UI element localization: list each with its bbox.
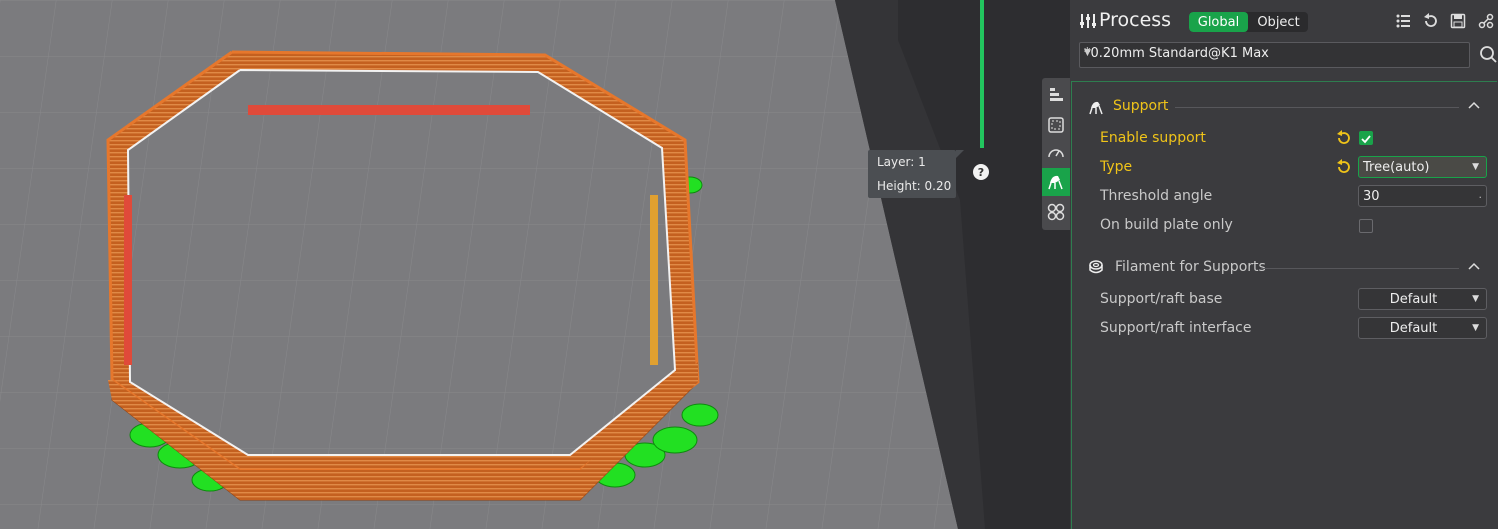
3d-viewport[interactable]: Layer: 1 Height: 0.20 ? (0, 0, 1070, 529)
search-icon[interactable] (1479, 45, 1497, 63)
chevron-down-icon: ▼ (1472, 323, 1479, 333)
settings-tab-strip (1042, 78, 1070, 230)
strength-icon (1048, 117, 1064, 133)
sliced-model (106, 50, 700, 501)
layer-info-tooltip: Layer: 1 Height: 0.20 (868, 150, 964, 198)
threshold-angle-label: Threshold angle (1100, 188, 1213, 204)
tab-speed[interactable] (1042, 139, 1070, 167)
support-section-icon (1089, 101, 1103, 115)
raft-base-value: Default (1389, 292, 1438, 307)
process-header: Process Global Object (1070, 0, 1498, 42)
height-label: Height: 0.20 (877, 179, 952, 193)
reset-icon[interactable] (1335, 159, 1351, 175)
reset-all-icon[interactable] (1423, 13, 1439, 29)
list-icon[interactable] (1395, 13, 1411, 29)
build-plate-only-label: On build plate only (1100, 217, 1233, 233)
process-panel: Process Global Object *0.20mm Standard@K… (1070, 0, 1498, 529)
viewport-canvas[interactable] (0, 0, 1070, 529)
raft-interface-select[interactable]: Default ▼ (1358, 317, 1487, 339)
threshold-angle-value: 30 (1363, 189, 1380, 204)
tab-strength[interactable] (1042, 111, 1070, 139)
mode-object-button[interactable]: Object (1249, 12, 1308, 32)
chevron-down-icon: ▼ (1472, 162, 1479, 172)
support-type-value: Tree(auto) (1363, 160, 1430, 175)
save-icon[interactable] (1450, 13, 1466, 29)
raft-interface-label: Support/raft interface (1100, 320, 1252, 336)
enable-support-checkbox[interactable] (1359, 131, 1373, 145)
raft-interface-value: Default (1389, 321, 1438, 336)
speed-icon (1048, 149, 1064, 158)
layer-slider-vertical[interactable] (980, 0, 984, 148)
others-icon (1047, 203, 1065, 221)
support-type-select[interactable]: Tree(auto) ▼ (1358, 156, 1487, 178)
chevron-down-icon: ▼ (1084, 48, 1091, 58)
section-divider (1261, 268, 1459, 269)
section-divider (1175, 107, 1459, 108)
help-button[interactable]: ? (973, 164, 989, 180)
panel-title: Process (1099, 9, 1172, 31)
mode-global-button[interactable]: Global (1189, 12, 1248, 32)
filament-section-title: Filament for Supports (1115, 259, 1266, 275)
build-plate-only-checkbox[interactable] (1359, 219, 1373, 233)
mode-switch: Global Object (1189, 12, 1308, 32)
raft-base-label: Support/raft base (1100, 291, 1223, 307)
chevron-up-icon[interactable] (1468, 262, 1480, 270)
enable-support-label: Enable support (1100, 130, 1206, 146)
support-icon (1048, 175, 1063, 190)
threshold-angle-unit: . (1478, 188, 1483, 201)
compare-icon[interactable] (1478, 13, 1494, 29)
settings-content: Support Enable support Type Tree(auto) ▼… (1071, 81, 1497, 529)
support-section-title: Support (1113, 98, 1169, 114)
quality-icon (1050, 88, 1063, 101)
process-settings-icon (1080, 14, 1096, 28)
tab-support[interactable] (1042, 168, 1070, 196)
threshold-angle-input[interactable]: 30 . (1358, 185, 1487, 207)
chevron-down-icon: ▼ (1472, 294, 1479, 304)
reset-icon[interactable] (1335, 130, 1351, 146)
checkmark-icon (1361, 135, 1371, 144)
type-label: Type (1100, 159, 1133, 175)
layer-label: Layer: 1 (877, 155, 926, 169)
tab-others[interactable] (1042, 198, 1070, 226)
filament-spool-icon (1089, 260, 1103, 274)
process-preset-select[interactable]: *0.20mm Standard@K1 Max ▼ (1079, 42, 1470, 68)
raft-base-select[interactable]: Default ▼ (1358, 288, 1487, 310)
chevron-up-icon[interactable] (1468, 101, 1480, 109)
tab-quality[interactable] (1042, 81, 1070, 109)
